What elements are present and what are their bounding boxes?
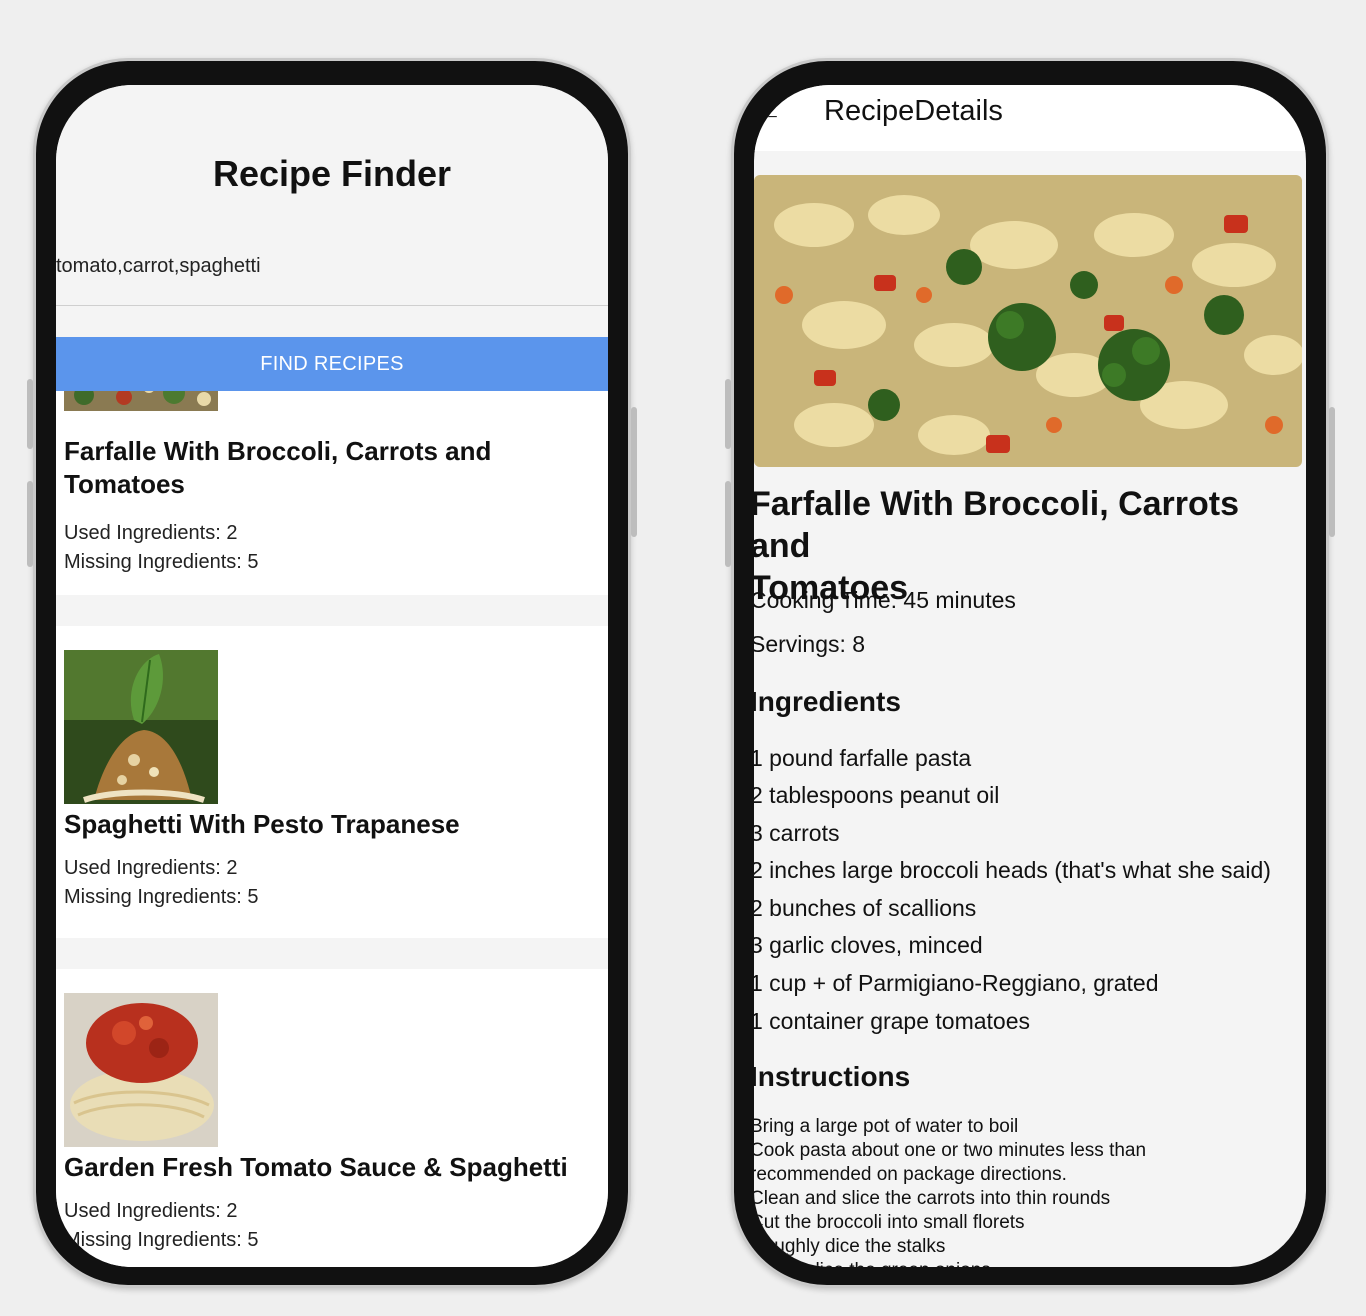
app-bar: ← RecipeDetails <box>754 85 1306 151</box>
missing-ingredients: Missing Ingredients: 5 <box>64 886 259 908</box>
recipe-hero-image <box>754 175 1302 467</box>
used-ingredients: Used Ingredients: 2 <box>64 857 238 879</box>
recipe-thumbnail <box>64 993 218 1147</box>
recipe-finder-screen: Farfalle With Broccoli, Carrots and Toma… <box>56 85 608 1267</box>
ingredient-item: 3 carrots <box>754 820 840 846</box>
arrow-left-icon[interactable]: ← <box>756 97 782 128</box>
instructions-heading: Instructions <box>754 1061 911 1092</box>
screen-title: RecipeDetails <box>824 95 1003 127</box>
recipe-card[interactable]: Garden Fresh Tomato Sauce & Spaghetti Us… <box>56 969 608 1267</box>
cooking-time: Cooking Time: 45 minutes <box>754 587 1016 613</box>
used-ingredients: Used Ingredients: 2 <box>64 1200 238 1222</box>
instructions-text: Bring a large pot of water to boil Cook … <box>754 1116 1147 1267</box>
recipe-name: Garden Fresh Tomato Sauce & Spaghetti <box>64 1152 568 1182</box>
ingredients-heading: Ingredients <box>754 686 901 717</box>
ingredient-item: 3 garlic cloves, minced <box>754 932 983 958</box>
ingredients-search-input[interactable]: tomato,carrot,spaghetti <box>56 231 608 306</box>
ingredient-item: 2 bunches of scallions <box>754 895 977 921</box>
search-input-value: tomato,carrot,spaghetti <box>56 255 261 277</box>
app-title: Recipe Finder <box>212 153 452 194</box>
missing-ingredients: Missing Ingredients: 5 <box>64 551 259 573</box>
recipe-details-screen: ← RecipeDetails Farfalle With Broccoli, … <box>754 85 1306 1267</box>
ingredient-item: 2 inches large broccoli heads (that's wh… <box>754 857 1271 883</box>
ingredient-item: 1 cup + of Parmigiano-Reggiano, grated <box>754 970 1159 996</box>
recipe-name: Farfalle With Broccoli, Carrots and Toma… <box>64 436 492 499</box>
recipe-card[interactable]: Spaghetti With Pesto Trapanese Used Ingr… <box>56 626 608 938</box>
missing-ingredients: Missing Ingredients: 5 <box>64 1229 259 1251</box>
servings: Servings: 8 <box>754 631 866 657</box>
app-header: Recipe Finder <box>56 85 608 232</box>
recipe-thumbnail <box>64 650 218 804</box>
ingredient-item: 1 pound farfalle pasta <box>754 745 972 771</box>
phone-frame-left: Farfalle With Broccoli, Carrots and Toma… <box>27 58 637 1288</box>
used-ingredients: Used Ingredients: 2 <box>64 522 238 544</box>
ingredient-item: 1 container grape tomatoes <box>754 1008 1031 1034</box>
recipe-name: Spaghetti With Pesto Trapanese <box>64 809 460 839</box>
find-recipes-button[interactable]: FIND RECIPES <box>56 337 608 391</box>
recipe-card[interactable]: Farfalle With Broccoli, Carrots and Toma… <box>56 367 608 595</box>
ingredient-item: 2 tablespoons peanut oil <box>754 782 1000 808</box>
phone-frame-right: ← RecipeDetails Farfalle With Broccoli, … <box>725 58 1335 1288</box>
